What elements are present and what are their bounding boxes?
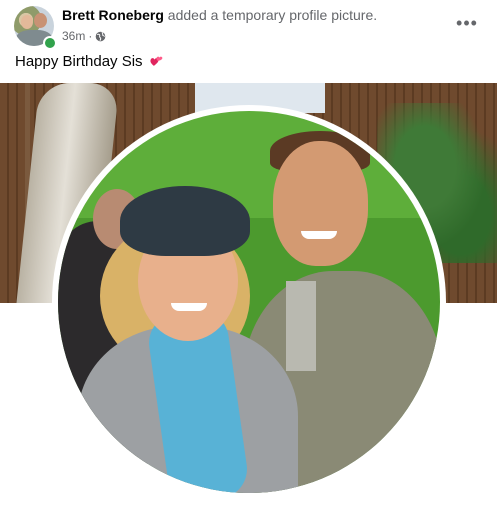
- header-line: Brett Roneberg added a temporary profile…: [62, 6, 377, 24]
- avatar-photo-person: [34, 13, 47, 28]
- photo-woman-hat: [120, 186, 250, 256]
- globe-icon[interactable]: [95, 31, 106, 42]
- photo-woman-smile: [171, 303, 207, 311]
- post-message-text: Happy Birthday Sis: [15, 53, 143, 70]
- more-options-icon[interactable]: •••: [451, 9, 483, 37]
- profile-picture[interactable]: [58, 111, 440, 493]
- meta-separator: ·: [88, 29, 93, 43]
- online-status-dot: [43, 36, 57, 50]
- photo-man-smile: [301, 231, 337, 239]
- author-name[interactable]: Brett Roneberg: [62, 7, 164, 23]
- profile-picture-media[interactable]: [0, 83, 497, 505]
- photo-man-shirt: [286, 281, 316, 371]
- avatar-photo-person: [21, 15, 33, 29]
- two-hearts-icon: [150, 56, 163, 66]
- post-action: added a temporary profile picture.: [163, 7, 378, 23]
- post-timestamp[interactable]: 36m: [62, 28, 85, 44]
- photo-man-face: [273, 141, 368, 266]
- post-meta: 36m ·: [62, 28, 106, 44]
- post-header: Brett Roneberg added a temporary profile…: [14, 5, 483, 50]
- post-message: Happy Birthday Sis: [15, 52, 163, 72]
